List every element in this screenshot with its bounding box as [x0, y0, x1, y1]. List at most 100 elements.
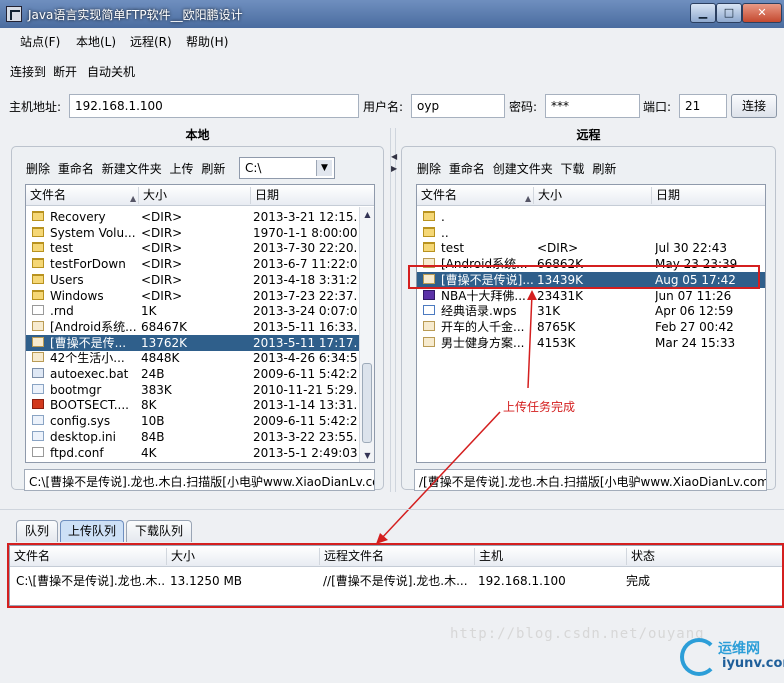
local-new-folder-button[interactable]: 新建文件夹 [102, 162, 162, 176]
local-col-name[interactable]: 文件名 [26, 187, 138, 204]
chevron-down-icon[interactable]: ▼ [316, 160, 332, 176]
file-size-cell: <DIR> [537, 241, 579, 256]
menu-local[interactable]: 本地(L) [76, 33, 116, 50]
menu-remote[interactable]: 远程(R) [130, 33, 172, 50]
file-row[interactable]: [Android系统... 68467K 2013-5-11 16:33... [26, 319, 360, 335]
remote-refresh-button[interactable]: 刷新 [592, 162, 616, 176]
remote-heading: 远程 [576, 128, 601, 142]
file-row[interactable]: config.sys 10B 2009-6-11 5:42:20 [26, 413, 360, 429]
remote-col-size[interactable]: 大小 [533, 187, 651, 204]
remote-create-folder-button[interactable]: 创建文件夹 [493, 162, 553, 176]
local-scrollbar[interactable]: ▲ ▼ [359, 207, 374, 462]
upload-button[interactable]: 上传 [170, 162, 194, 176]
file-size-cell: <DIR> [141, 210, 183, 224]
collapse-right-icon[interactable]: ▶ [391, 164, 397, 173]
local-col-date[interactable]: 日期 [250, 187, 360, 204]
file-row[interactable]: test <DIR> Jul 30 22:43 [417, 240, 765, 256]
uploaded-file-highlight [408, 265, 760, 289]
file-row[interactable]: 经典语录.wps 31K Apr 06 12:59 [417, 303, 765, 319]
image-file-icon [32, 352, 44, 363]
file-icon [32, 446, 44, 457]
disconnect-button[interactable]: 断开 [53, 63, 77, 80]
drive-select[interactable]: C:\ ▼ [239, 157, 335, 179]
scroll-down-icon[interactable]: ▼ [360, 448, 374, 462]
remote-table-header: 文件名 ▲ 大小 日期 [417, 185, 765, 206]
remote-file-table[interactable]: 文件名 ▲ 大小 日期 ... test <DIR> Jul 30 22:43 [And… [416, 184, 766, 463]
java-app-icon [6, 6, 22, 22]
file-row[interactable]: 42个生活小... 4848K 2013-4-26 6:34:58 [26, 350, 360, 366]
close-button[interactable]: ✕ [742, 3, 782, 23]
file-date-cell [655, 209, 765, 225]
tab-download-queue[interactable]: 下载队列 [126, 520, 192, 542]
tab-upload-queue[interactable]: 上传队列 [60, 520, 124, 542]
menu-site[interactable]: 站点(F) [20, 33, 60, 50]
collapse-left-icon[interactable]: ◀ [391, 152, 397, 161]
scroll-up-icon[interactable]: ▲ [360, 207, 374, 222]
image-file-icon [423, 320, 435, 331]
file-size-cell: 8K [141, 398, 157, 413]
remote-col-date[interactable]: 日期 [651, 187, 765, 204]
file-size-cell: 84B [141, 429, 165, 444]
file-size-cell: <DIR> [141, 241, 183, 256]
file-row[interactable]: . [417, 209, 765, 225]
file-row[interactable]: bootmgr 383K 2010-11-21 5:29... [26, 382, 360, 398]
local-rename-button[interactable]: 重命名 [58, 162, 94, 176]
file-row[interactable]: .. [417, 225, 765, 241]
maximize-button[interactable]: □ [716, 3, 742, 23]
file-size-cell [537, 225, 649, 241]
file-row[interactable]: desktop.ini 84B 2013-3-22 23:55... [26, 429, 360, 445]
auto-shutdown-button[interactable]: 自动关机 [87, 63, 135, 80]
tab-queue[interactable]: 队列 [16, 520, 58, 542]
file-size-cell: 13762K [141, 335, 188, 350]
settings-file-icon [32, 430, 44, 441]
file-date-cell: 2013-5-11 16:33... [253, 319, 357, 334]
host-label: 主机地址: [9, 100, 62, 114]
file-row[interactable]: 开车的人千金... 8765K Feb 27 00:42 [417, 319, 765, 335]
file-date-cell: 2010-11-21 5:29... [253, 382, 357, 397]
remote-delete-button[interactable]: 删除 [417, 162, 441, 176]
file-date-cell: 2013-5-1 2:49:03 [253, 445, 357, 460]
menu-help[interactable]: 帮助(H) [186, 33, 228, 50]
minimize-button[interactable]: ▁ [690, 3, 716, 23]
connect-to-button[interactable]: 连接到 [10, 63, 46, 80]
horizontal-splitter[interactable] [0, 509, 784, 514]
red-file-icon [32, 399, 44, 410]
connect-button[interactable]: 连接 [731, 94, 777, 118]
file-row[interactable]: Users <DIR> 2013-4-18 3:31:24 [26, 272, 360, 288]
remote-rename-button[interactable]: 重命名 [449, 162, 485, 176]
file-row[interactable]: NBA十大拜佛... 23431K Jun 07 11:26 [417, 288, 765, 304]
remote-actions: 删除 重命名 创建文件夹 下载 刷新 [417, 160, 616, 177]
file-size-cell: 4848K [141, 351, 180, 366]
password-input[interactable]: *** [545, 94, 640, 118]
local-actions: 删除 重命名 新建文件夹 上传 刷新 [26, 160, 225, 177]
file-row[interactable]: testForDown <DIR> 2013-6-7 11:22:06 [26, 256, 360, 272]
local-col-size[interactable]: 大小 [138, 187, 250, 204]
selected-file-row[interactable]: [曹操不是传... 13762K 2013-5-11 17:17... [26, 334, 360, 351]
file-row[interactable]: System Volu... <DIR> 1970-1-1 8:00:00 [26, 225, 360, 241]
file-size-cell: <DIR> [141, 257, 183, 272]
folder-icon [32, 273, 44, 284]
username-input[interactable]: oyp [411, 94, 505, 118]
file-row[interactable]: autoexec.bat 24B 2009-6-11 5:42:20 [26, 366, 360, 382]
file-row[interactable]: Recovery <DIR> 2013-3-21 12:15... [26, 209, 360, 225]
system-file-icon [32, 415, 44, 426]
host-input[interactable]: 192.168.1.100 [69, 94, 359, 118]
file-row[interactable]: test <DIR> 2013-7-30 22:20... [26, 240, 360, 256]
local-refresh-button[interactable]: 刷新 [201, 162, 225, 176]
local-scroll-thumb[interactable] [362, 363, 372, 443]
download-button[interactable]: 下载 [561, 162, 585, 176]
file-row[interactable]: Windows <DIR> 2013-7-23 22:37... [26, 288, 360, 304]
file-date-cell [655, 225, 765, 241]
vertical-splitter[interactable]: ◀ ▶ [390, 128, 397, 492]
file-row[interactable]: .rnd 1K 2013-3-24 0:07:06 [26, 303, 360, 319]
file-row[interactable]: BOOTSECT.... 8K 2013-1-14 13:31... [26, 397, 360, 413]
file-row[interactable]: ftpd.conf 4K 2013-5-1 2:49:03 [26, 445, 360, 461]
local-delete-button[interactable]: 删除 [26, 162, 50, 176]
remote-path-field[interactable]: /[曹操不是传说].龙也.木白.扫描版[小电驴www.XiaoDianLv.co… [414, 469, 767, 491]
local-table-header: 文件名 ▲ 大小 日期 [26, 185, 374, 206]
file-row[interactable]: 男士健身方案... 4153K Mar 24 15:33 [417, 335, 765, 351]
port-input[interactable]: 21 [679, 94, 727, 118]
local-path-field[interactable]: C:\[曹操不是传说].龙也.木白.扫描版[小电驴www.XiaoDianLv.… [24, 469, 375, 491]
remote-col-name[interactable]: 文件名 [417, 187, 533, 204]
local-file-table[interactable]: 文件名 ▲ 大小 日期 Recovery <DIR> 2013-3-21 12:15… [25, 184, 375, 463]
